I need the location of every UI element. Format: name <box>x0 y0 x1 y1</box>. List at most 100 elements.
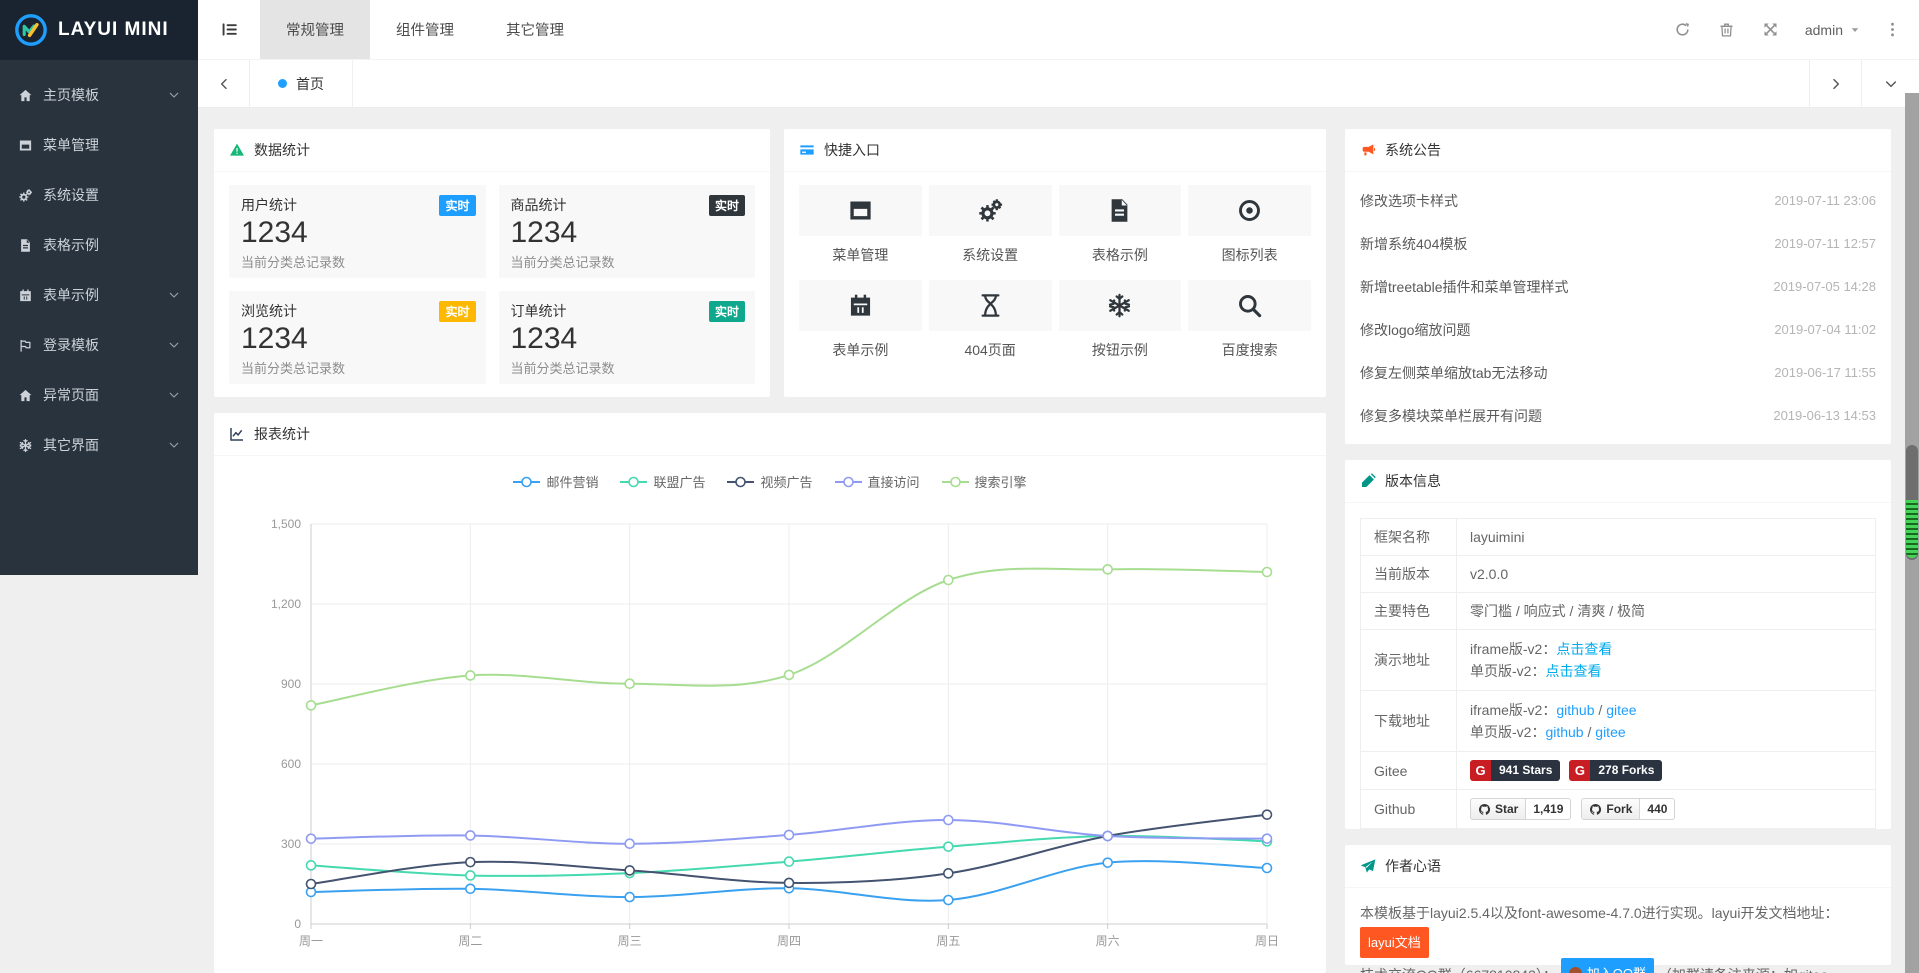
quick-entry-百度搜索[interactable]: 百度搜索 <box>1188 280 1311 375</box>
quick-entry-404页面[interactable]: 404页面 <box>929 280 1052 375</box>
sidebar-item-系统设置[interactable]: 系统设置 <box>0 170 198 220</box>
announcement-item[interactable]: 新增系统404模板2019-07-11 12:57 <box>1345 222 1891 265</box>
legend-item-视频广告[interactable]: 视频广告 <box>727 472 812 491</box>
announcement-item[interactable]: 新增treetable插件和菜单管理样式2019-07-05 14:28 <box>1345 265 1891 308</box>
home-icon <box>18 388 33 403</box>
link-prefix: 单页版-v2： <box>1470 724 1545 740</box>
data-point <box>785 670 794 679</box>
sidebar-item-表单示例[interactable]: 表单示例 <box>0 270 198 320</box>
version-row-value: v2.0.0 <box>1457 556 1876 593</box>
link-gitee[interactable]: gitee <box>1606 702 1636 718</box>
more-menu-button[interactable] <box>1873 0 1911 60</box>
svg-text:1,500: 1,500 <box>271 517 301 531</box>
version-row-label: Github <box>1361 790 1457 829</box>
line-chart-icon <box>229 426 245 442</box>
sidebar-item-异常页面[interactable]: 异常页面 <box>0 370 198 420</box>
svg-text:300: 300 <box>281 837 301 851</box>
announcement-date: 2019-07-11 23:06 <box>1774 193 1876 208</box>
link-点击查看[interactable]: 点击查看 <box>1556 641 1612 657</box>
data-point <box>944 896 953 905</box>
quick-entry-按钮示例[interactable]: 按钮示例 <box>1059 280 1182 375</box>
data-point <box>625 866 634 875</box>
quick-entry-card: 快捷入口 菜单管理系统设置表格示例图标列表表单示例404页面按钮示例百度搜索 <box>784 129 1326 397</box>
version-link-line: 单页版-v2：github / gitee <box>1470 721 1862 743</box>
quick-entry-表单示例[interactable]: 表单示例 <box>799 280 922 375</box>
announcement-date: 2019-07-11 12:57 <box>1774 236 1876 251</box>
legend-item-直接访问[interactable]: 直接访问 <box>835 472 920 491</box>
sidebar-item-登录模板[interactable]: 登录模板 <box>0 320 198 370</box>
menu-collapse-button[interactable] <box>198 0 260 59</box>
data-point <box>1103 858 1112 867</box>
version-row-label: Gitee <box>1361 752 1457 790</box>
quick-entry-菜单管理[interactable]: 菜单管理 <box>799 185 922 280</box>
data-point <box>466 884 475 893</box>
author-card: 作者心语 本模板基于layui2.5.4以及font-awesome-4.7.0… <box>1345 845 1891 965</box>
status-badge: 实时 <box>709 195 745 216</box>
tab-home[interactable]: 首页 <box>250 60 353 107</box>
tab-scroll-left-button[interactable] <box>198 60 250 107</box>
link-github[interactable]: github <box>1556 702 1594 718</box>
quick-entry-表格示例[interactable]: 表格示例 <box>1059 185 1182 280</box>
legend-item-联盟广告[interactable]: 联盟广告 <box>620 472 705 491</box>
warning-triangle-icon <box>229 142 245 158</box>
quick-entry-icon-box <box>799 280 922 331</box>
github-fork-button[interactable]: Fork440 <box>1581 798 1675 820</box>
user-dropdown[interactable]: admin <box>1793 22 1873 38</box>
quick-entry-图标列表[interactable]: 图标列表 <box>1188 185 1311 280</box>
svg-text:周二: 周二 <box>458 934 482 948</box>
trash-icon <box>1718 21 1735 38</box>
stat-box-商品统计: 商品统计1234当前分类总记录数实时 <box>499 185 756 278</box>
gitee-badge[interactable]: G278 Forks <box>1569 760 1662 781</box>
announcement-item[interactable]: 修改logo缩放问题2019-07-04 11:02 <box>1345 308 1891 351</box>
quick-entry-icon-box <box>1059 280 1182 331</box>
legend-item-搜索引擎[interactable]: 搜索引擎 <box>942 472 1027 491</box>
link-gitee[interactable]: gitee <box>1595 724 1625 740</box>
data-point <box>307 834 316 843</box>
announcement-item[interactable]: 修复多模块菜单栏展开有问题2019-06-13 14:53 <box>1345 394 1891 437</box>
announcement-item[interactable]: 修改选项卡样式2019-07-11 23:06 <box>1345 179 1891 222</box>
svg-text:周日: 周日 <box>1255 934 1279 948</box>
layui-doc-badge[interactable]: layui文档 <box>1360 927 1429 958</box>
announcements-title: 系统公告 <box>1385 140 1441 160</box>
page-scrollbar[interactable] <box>1905 93 1919 973</box>
svg-text:0: 0 <box>294 917 301 931</box>
sidebar-item-主页模板[interactable]: 主页模板 <box>0 70 198 120</box>
report-card-title: 报表统计 <box>254 424 310 444</box>
stats-card-title: 数据统计 <box>254 140 310 160</box>
flag-icon <box>18 338 33 353</box>
quick-entry-icon-box <box>1188 280 1311 331</box>
scrollbar-thumb[interactable] <box>1906 445 1918 560</box>
link-prefix: 单页版-v2： <box>1470 663 1545 679</box>
refresh-button[interactable] <box>1661 0 1705 60</box>
sidebar-menu: 主页模板菜单管理系统设置表格示例表单示例登录模板异常页面其它界面 <box>0 60 198 575</box>
module-tab-其它管理[interactable]: 其它管理 <box>480 0 590 59</box>
announcement-date: 2019-06-17 11:55 <box>1774 365 1876 380</box>
module-tab-组件管理[interactable]: 组件管理 <box>370 0 480 59</box>
data-point <box>944 816 953 825</box>
tab-scroll-right-button[interactable] <box>1809 60 1861 107</box>
github-button-text: Star <box>1495 802 1518 816</box>
logo: LAYUI MINI <box>0 0 198 60</box>
announcements-card: 系统公告 修改选项卡样式2019-07-11 23:06新增系统404模板201… <box>1345 129 1891 444</box>
clear-cache-button[interactable] <box>1705 0 1749 60</box>
link-github[interactable]: github <box>1545 724 1583 740</box>
legend-label: 直接访问 <box>868 472 920 491</box>
sidebar-item-表格示例[interactable]: 表格示例 <box>0 220 198 270</box>
join-qq-badge[interactable]: 加入QQ群 <box>1561 958 1654 973</box>
version-row-value: layuimini <box>1457 519 1876 556</box>
fullscreen-button[interactable] <box>1749 0 1793 60</box>
legend-item-邮件营销[interactable]: 邮件营销 <box>513 472 598 491</box>
version-row-value: G941 Stars G278 Forks <box>1457 752 1876 790</box>
hourglass-icon <box>977 292 1004 319</box>
announcement-item[interactable]: 修复左侧菜单缩放tab无法移动2019-06-17 11:55 <box>1345 351 1891 394</box>
version-title: 版本信息 <box>1385 471 1441 491</box>
sidebar-item-菜单管理[interactable]: 菜单管理 <box>0 120 198 170</box>
data-point <box>466 858 475 867</box>
github-star-button[interactable]: Star1,419 <box>1470 798 1571 820</box>
gitee-badge[interactable]: G941 Stars <box>1470 760 1560 781</box>
quick-entry-系统设置[interactable]: 系统设置 <box>929 185 1052 280</box>
module-tab-常规管理[interactable]: 常规管理 <box>260 0 370 59</box>
link-点击查看[interactable]: 点击查看 <box>1545 663 1601 679</box>
sidebar-item-其它界面[interactable]: 其它界面 <box>0 420 198 470</box>
card-icon <box>799 142 815 158</box>
